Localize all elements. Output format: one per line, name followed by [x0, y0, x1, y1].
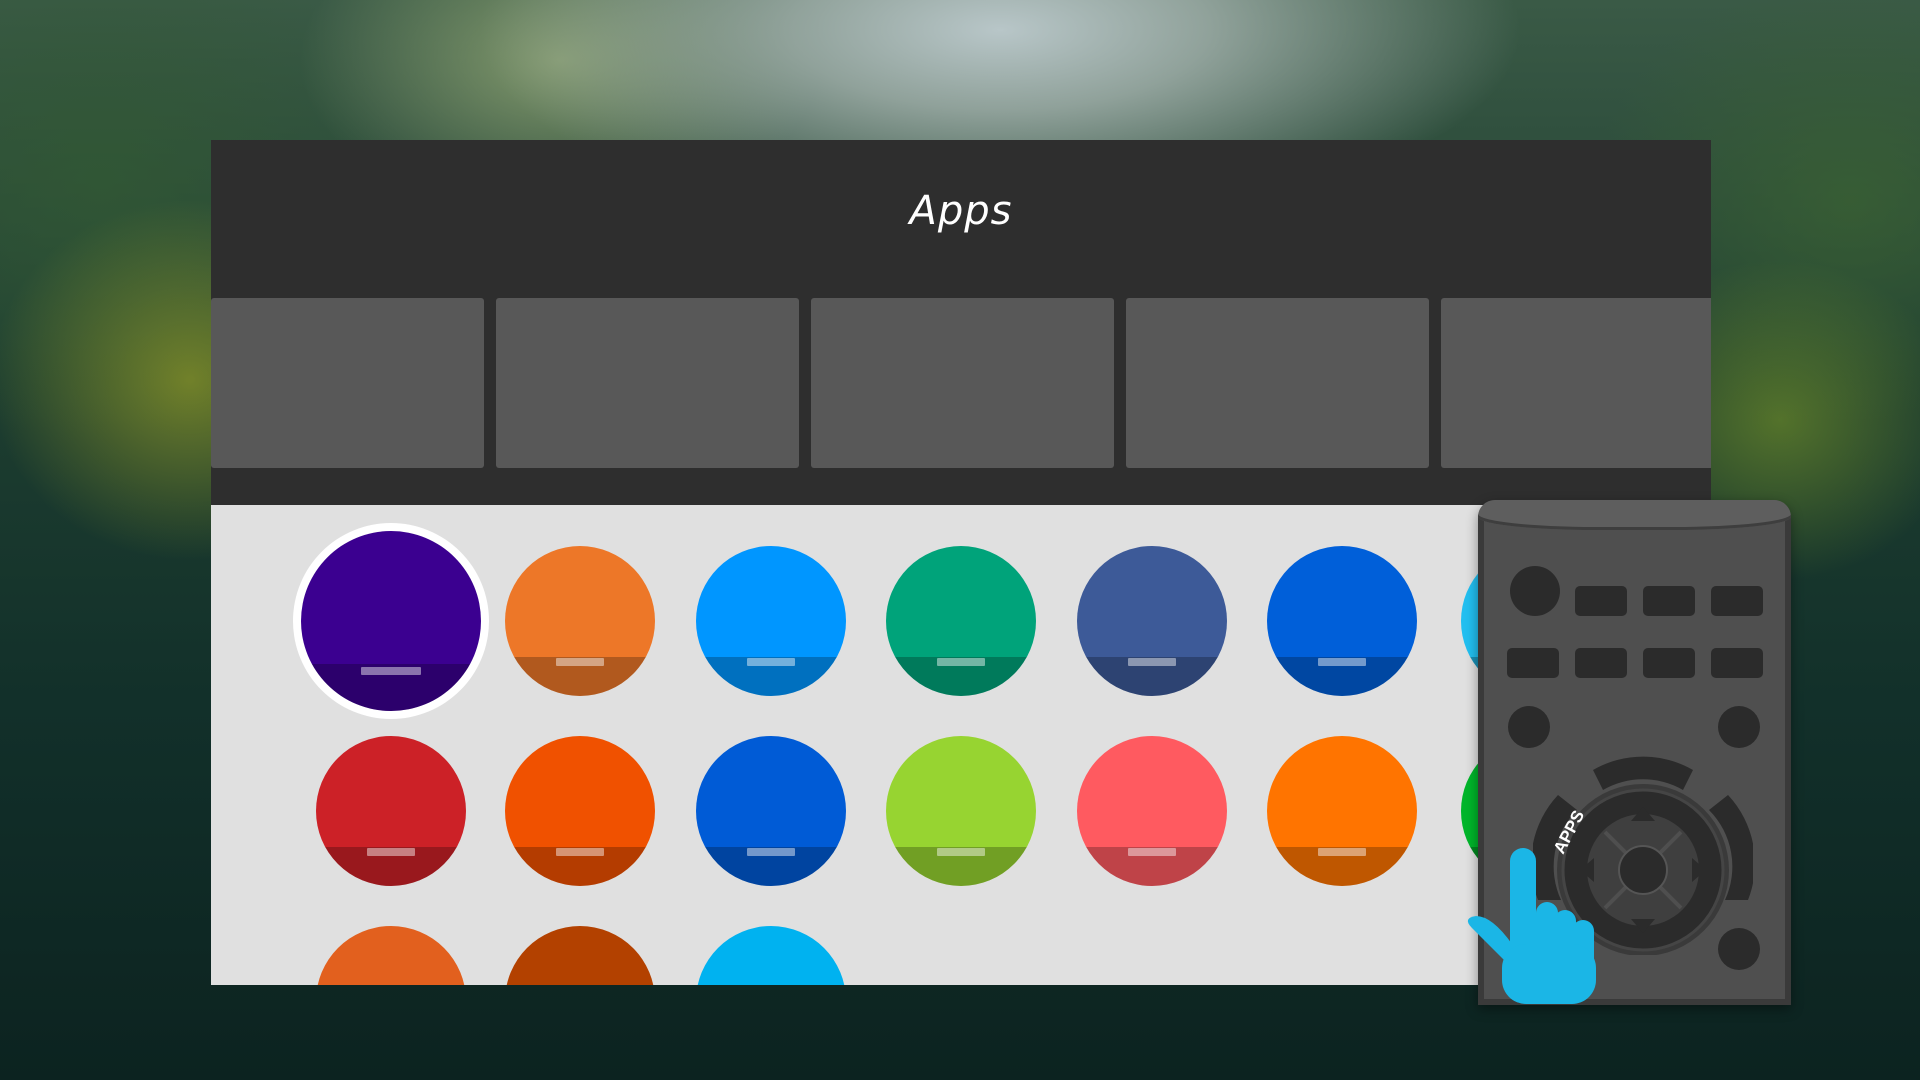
app-icon[interactable]: [316, 926, 466, 985]
featured-tiles: [211, 298, 1711, 470]
app-icon[interactable]: [1077, 546, 1227, 696]
app-icon-label-placeholder: [747, 848, 795, 856]
remote-button[interactable]: [1711, 586, 1763, 616]
featured-tile[interactable]: [811, 298, 1114, 468]
remote-button[interactable]: [1643, 586, 1695, 616]
app-icon-label-placeholder: [937, 658, 985, 666]
dpad-ok-button[interactable]: [1618, 845, 1668, 895]
power-button[interactable]: [1510, 566, 1560, 616]
app-icon-label-placeholder: [556, 658, 604, 666]
app-icon-label-placeholder: [367, 848, 415, 856]
app-icon-label-placeholder: [937, 848, 985, 856]
app-icon[interactable]: [696, 736, 846, 886]
app-icon[interactable]: [886, 736, 1036, 886]
remote-button[interactable]: [1643, 648, 1695, 678]
remote-button[interactable]: [1711, 648, 1763, 678]
featured-tile[interactable]: [496, 298, 799, 468]
featured-tile[interactable]: [1126, 298, 1429, 468]
page-title: Apps: [909, 188, 1013, 234]
app-icon[interactable]: [1267, 736, 1417, 886]
app-icon[interactable]: [505, 546, 655, 696]
app-icon[interactable]: [505, 926, 655, 985]
app-icon[interactable]: [1077, 736, 1227, 886]
remote-button[interactable]: [1575, 586, 1627, 616]
pointing-hand-icon: [1467, 848, 1596, 1004]
app-icon-selected[interactable]: [301, 531, 481, 711]
app-icon-label-placeholder: [361, 667, 421, 675]
app-icon-label-placeholder: [1318, 848, 1366, 856]
app-icon[interactable]: [316, 736, 466, 886]
app-icon-label-placeholder: [1318, 658, 1366, 666]
app-icon[interactable]: [886, 546, 1036, 696]
featured-tile[interactable]: [1441, 298, 1711, 468]
panel-header: Apps: [211, 140, 1711, 298]
featured-tile[interactable]: [211, 298, 484, 468]
remote-button[interactable]: [1507, 648, 1559, 678]
app-icon-label-placeholder: [747, 658, 795, 666]
app-icon[interactable]: [696, 926, 846, 985]
app-icon-label-placeholder: [1128, 848, 1176, 856]
app-icon[interactable]: [696, 546, 846, 696]
remote-button[interactable]: [1575, 648, 1627, 678]
remote-top-edge: [1478, 500, 1791, 530]
app-icon[interactable]: [1267, 546, 1417, 696]
app-icon[interactable]: [505, 736, 655, 886]
app-icon-label-placeholder: [1128, 658, 1176, 666]
app-icon-label-placeholder: [556, 848, 604, 856]
